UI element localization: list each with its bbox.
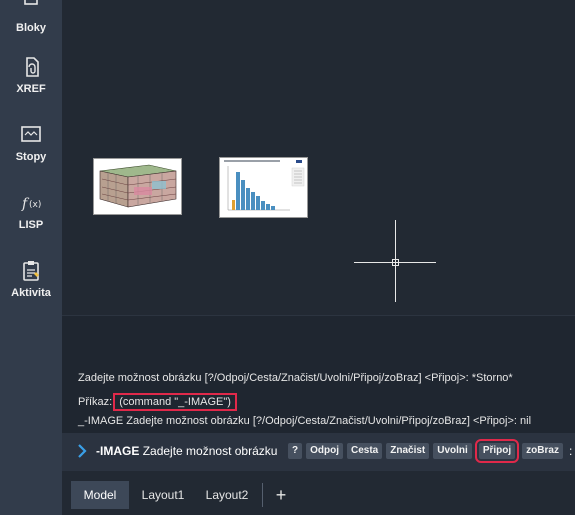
tab-layout1[interactable]: Layout1 — [134, 481, 192, 509]
command-line[interactable]: -IMAGE Zadejte možnost obrázku ? Odpoj C… — [62, 433, 575, 471]
palette-item-xref[interactable]: XREF — [0, 55, 62, 95]
palette-item-bloky[interactable]: Bloky — [0, 0, 62, 34]
palette-label-lisp: LISP — [18, 219, 44, 231]
function-icon: f (x) — [21, 196, 41, 212]
svg-text:(x): (x) — [29, 200, 41, 210]
history-prompt: Příkaz: — [78, 396, 113, 408]
bar-chart-thumbnail-icon — [220, 158, 307, 217]
option-cesta[interactable]: Cesta — [347, 443, 383, 459]
prompt-colon: : — [568, 444, 573, 458]
history-line: _-IMAGE Zadejte možnost obrázku [?/Odpoj… — [78, 415, 532, 427]
image-reference-3d-model[interactable] — [93, 158, 182, 215]
activity-icon — [23, 261, 39, 281]
history-line: Zadejte možnost obrázku [?/Odpoj/Cesta/Z… — [78, 372, 513, 384]
blocks-icon — [24, 0, 38, 5]
tab-layout2[interactable]: Layout2 — [198, 481, 256, 509]
3d-model-thumbnail-icon — [94, 159, 181, 214]
layout-tabs: Model Layout1 Layout2 + — [62, 471, 575, 515]
add-layout-button[interactable]: + — [271, 481, 291, 509]
active-command: -IMAGE — [96, 444, 140, 458]
palette-item-lisp[interactable]: f (x) LISP — [0, 191, 62, 231]
history-line: Příkaz: (command "_-IMAGE") — [78, 393, 237, 411]
chevron-right-icon[interactable] — [76, 443, 88, 459]
tab-model[interactable]: Model — [71, 481, 129, 509]
option-help[interactable]: ? — [288, 443, 303, 459]
cursor-pickbox — [392, 259, 399, 266]
option-znacist[interactable]: Značist — [386, 443, 430, 459]
palette-label-stopy: Stopy — [15, 151, 47, 163]
prompt-text: Zadejte možnost obrázku — [142, 444, 278, 458]
palette-item-stopy[interactable]: Stopy — [0, 123, 62, 163]
highlighted-command: (command "_-IMAGE") — [113, 393, 237, 411]
palette-item-aktivita[interactable]: Aktivita — [0, 259, 62, 299]
palette-label-aktivita: Aktivita — [11, 287, 51, 299]
xref-icon — [26, 57, 39, 77]
palette-label-xref: XREF — [16, 83, 46, 95]
option-odpoj[interactable]: Odpoj — [306, 443, 343, 459]
option-pripoj[interactable]: Připoj — [474, 439, 520, 463]
palette-label-bloky: Bloky — [16, 22, 46, 34]
tab-divider — [262, 483, 263, 507]
option-zobraz[interactable]: zoBraz — [522, 443, 563, 459]
command-options: ? Odpoj Cesta Značist Uvolni Připoj zoBr… — [288, 439, 573, 463]
image-reference-chart[interactable] — [219, 157, 308, 218]
drawing-canvas[interactable] — [62, 0, 575, 315]
traces-icon — [21, 126, 41, 142]
command-history: Zadejte možnost obrázku [?/Odpoj/Cesta/Z… — [62, 315, 575, 433]
option-uvolni[interactable]: Uvolni — [433, 443, 472, 459]
command-prompt: -IMAGE Zadejte možnost obrázku — [96, 444, 277, 458]
tool-palette: Bloky XREF Stopy f (x) LISP Aktivita — [0, 0, 62, 515]
